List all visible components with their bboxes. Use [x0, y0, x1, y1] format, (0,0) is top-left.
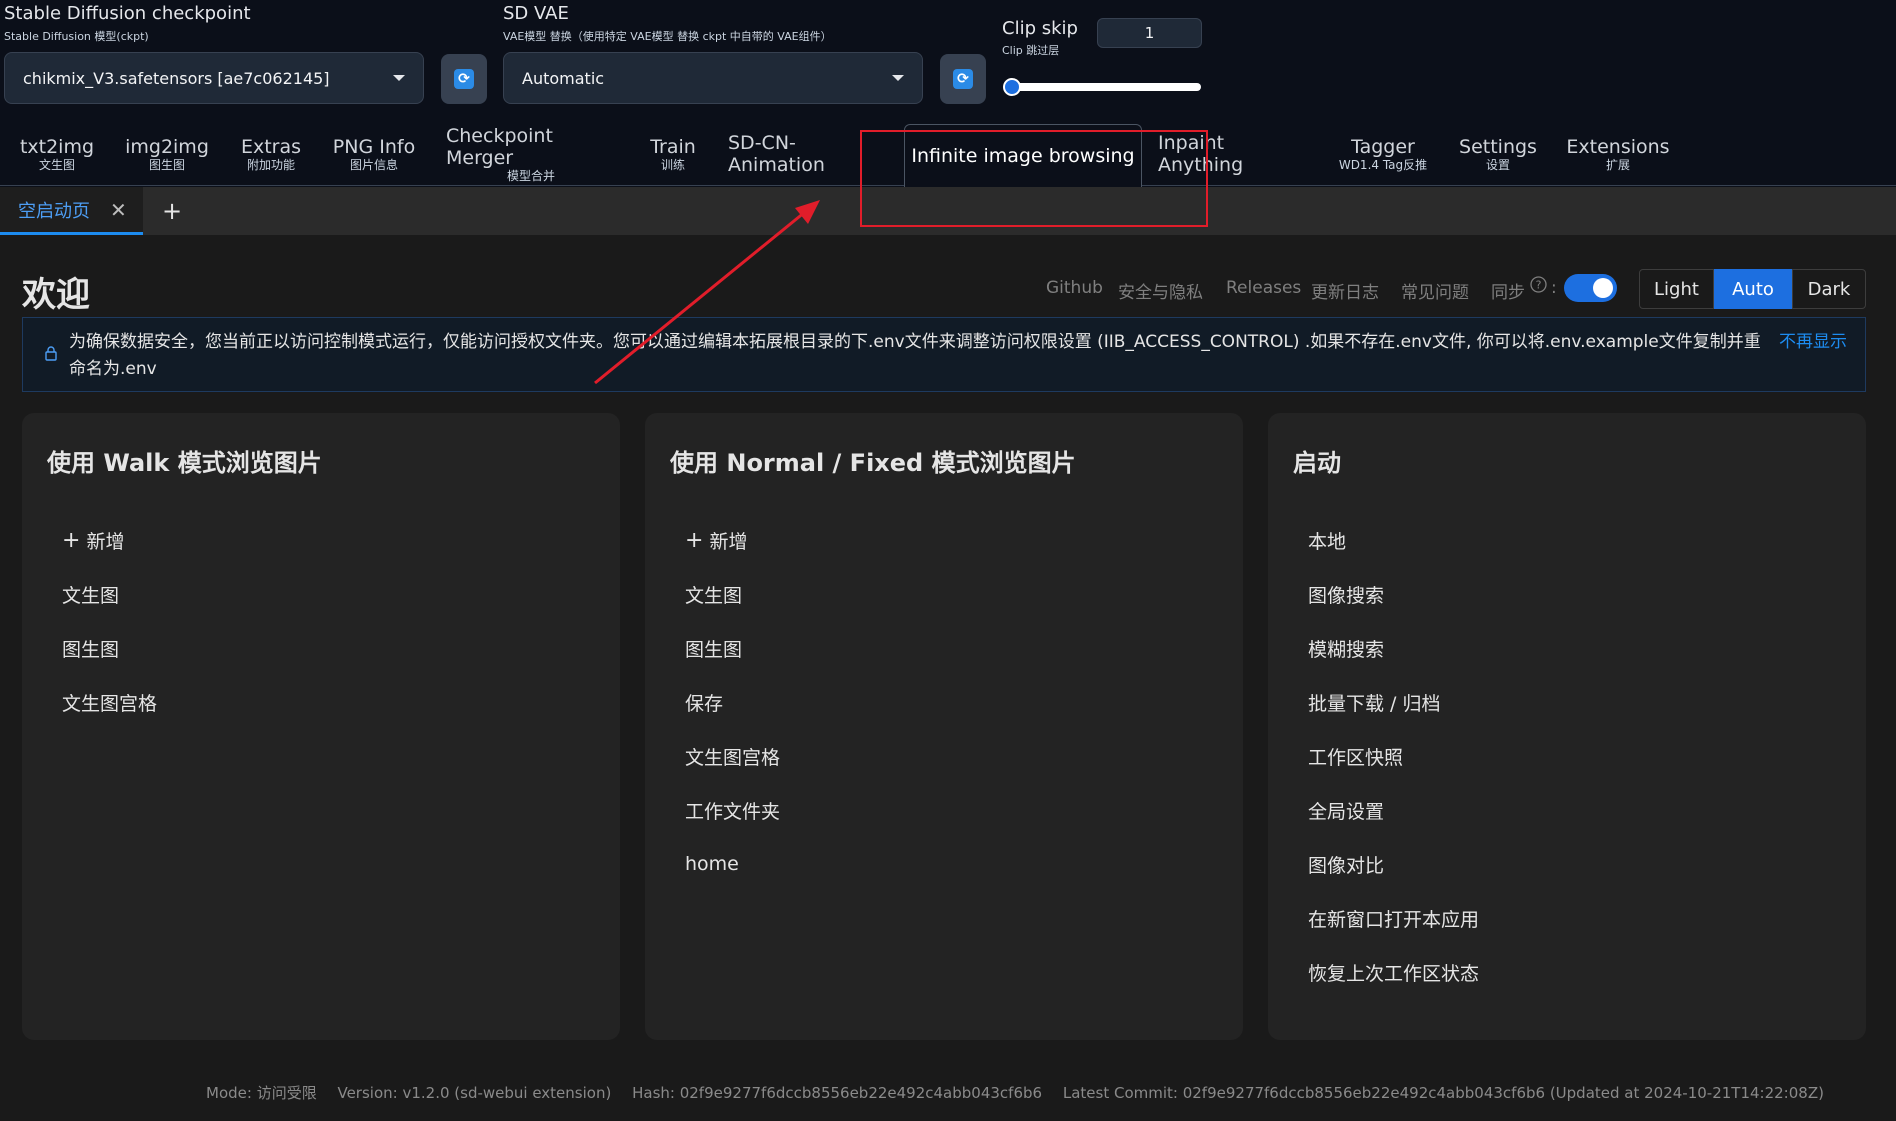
- sync-label: 同步: [1491, 283, 1525, 303]
- clip-skip-title: Clip skip: [1002, 18, 1078, 39]
- launch-fuzzy-search-item[interactable]: 模糊搜索: [1308, 621, 1479, 675]
- walk-txt2img-item[interactable]: 文生图: [62, 567, 157, 621]
- vae-subtitle: VAE模型 替换（使用特定 VAE模型 替换 ckpt 中自带的 VAE组件）: [503, 30, 832, 43]
- close-icon[interactable]: ✕: [110, 198, 127, 222]
- subtab-start-page[interactable]: 空启动页 ✕: [0, 187, 143, 235]
- add-tab-button[interactable]: +: [152, 187, 192, 235]
- checkpoint-value: chikmix_V3.safetensors [ae7c062145]: [23, 68, 330, 88]
- link-faq[interactable]: 常见问题: [1401, 278, 1469, 303]
- tab-img2img[interactable]: img2img 图生图: [124, 122, 210, 186]
- vae-refresh-button[interactable]: ⟳: [940, 54, 986, 104]
- toggle-knob: [1593, 278, 1613, 298]
- access-control-notice: 为确保数据安全，您当前正以访问控制模式运行，仅能访问授权文件夹。您可以通过编辑本…: [22, 317, 1866, 392]
- clip-skip-input[interactable]: 1: [1097, 18, 1202, 48]
- normal-fixed-mode-card: 使用 Normal / Fixed 模式浏览图片 + 新增 文生图 图生图 保存 …: [645, 413, 1243, 1040]
- launch-restore-workspace-item[interactable]: 恢复上次工作区状态: [1308, 945, 1479, 999]
- launch-image-compare-item[interactable]: 图像对比: [1308, 837, 1479, 891]
- refresh-icon: ⟳: [953, 69, 973, 89]
- launch-card: 启动 本地 图像搜索 模糊搜索 批量下载 / 归档 工作区快照 全局设置 图像对…: [1268, 413, 1866, 1040]
- tab-extras[interactable]: Extras 附加功能: [236, 122, 306, 186]
- walk-img2img-item[interactable]: 图生图: [62, 621, 157, 675]
- tab-extensions[interactable]: Extensions 扩展: [1566, 122, 1669, 186]
- launch-local-item[interactable]: 本地: [1308, 513, 1479, 567]
- tab-train[interactable]: Train 训练: [644, 122, 702, 186]
- iib-app-area: 空启动页 ✕ + 欢迎 Github 安全与隐私 Releases 更新日志 常…: [0, 187, 1896, 1121]
- theme-light-button[interactable]: Light: [1639, 269, 1714, 309]
- walk-mode-card: 使用 Walk 模式浏览图片 + 新增 文生图 图生图 文生图宫格: [22, 413, 620, 1040]
- card-title: 启动: [1293, 449, 1341, 477]
- footer-hash: Hash: 02f9e9277f6dccb8556eb22e492c4abb04…: [632, 1084, 1043, 1102]
- notice-dismiss-link[interactable]: 不再显示: [1779, 329, 1851, 356]
- plus-icon: +: [685, 527, 704, 553]
- normal-add-item[interactable]: + 新增: [685, 513, 780, 567]
- launch-global-settings-item[interactable]: 全局设置: [1308, 783, 1479, 837]
- clip-skip-slider[interactable]: [1005, 83, 1201, 91]
- vae-value: Automatic: [522, 68, 605, 88]
- chevron-down-icon: [393, 75, 405, 81]
- tab-checkpoint-merger[interactable]: Checkpoint Merger 模型合并: [446, 122, 616, 186]
- normal-home-item[interactable]: home: [685, 837, 780, 891]
- checkpoint-dropdown[interactable]: chikmix_V3.safetensors [ae7c062145]: [4, 52, 424, 104]
- link-github[interactable]: Github: [1046, 278, 1103, 298]
- footer-info: Mode: 访问受限 Version: v1.2.0 (sd-webui ext…: [206, 1082, 1840, 1103]
- normal-txt2img-item[interactable]: 文生图: [685, 567, 780, 621]
- subtab-label: 空启动页: [18, 200, 90, 222]
- checkpoint-subtitle: Stable Diffusion 模型(ckpt): [4, 30, 149, 43]
- chevron-down-icon: [892, 75, 904, 81]
- checkpoint-title: Stable Diffusion checkpoint: [4, 3, 251, 24]
- launch-image-search-item[interactable]: 图像搜索: [1308, 567, 1479, 621]
- sync-colon: :: [1551, 278, 1557, 298]
- tab-txt2img[interactable]: txt2img 文生图: [15, 122, 99, 186]
- notice-message: 为确保数据安全，您当前正以访问控制模式运行，仅能访问授权文件夹。您可以通过编辑本…: [69, 332, 1761, 379]
- checkpoint-refresh-button[interactable]: ⟳: [441, 54, 487, 104]
- plus-icon: +: [62, 527, 81, 553]
- highlight-box: [860, 130, 1208, 227]
- theme-auto-button[interactable]: Auto: [1714, 269, 1792, 309]
- refresh-icon: ⟳: [454, 69, 474, 89]
- link-releases[interactable]: Releases: [1226, 278, 1301, 298]
- normal-save-item[interactable]: 保存: [685, 675, 780, 729]
- walk-txt2img-grid-item[interactable]: 文生图宫格: [62, 675, 157, 729]
- clip-skip-slider-thumb[interactable]: [1003, 78, 1021, 96]
- card-title: 使用 Normal / Fixed 模式浏览图片: [670, 449, 1076, 477]
- theme-dark-button[interactable]: Dark: [1792, 269, 1866, 309]
- walk-add-item[interactable]: + 新增: [62, 513, 157, 567]
- svg-text:?: ?: [1536, 279, 1542, 292]
- card-title: 使用 Walk 模式浏览图片: [47, 449, 322, 477]
- normal-work-folder-item[interactable]: 工作文件夹: [685, 783, 780, 837]
- vae-title: SD VAE: [503, 3, 569, 24]
- tab-settings[interactable]: Settings 设置: [1458, 122, 1538, 186]
- help-icon[interactable]: ?: [1530, 276, 1547, 298]
- lock-icon: [45, 346, 57, 361]
- clip-skip-subtitle: Clip 跳过层: [1002, 44, 1060, 57]
- sync-toggle[interactable]: [1564, 274, 1617, 302]
- link-privacy[interactable]: 安全与隐私: [1118, 278, 1203, 303]
- normal-img2img-item[interactable]: 图生图: [685, 621, 780, 675]
- launch-batch-download-item[interactable]: 批量下载 / 归档: [1308, 675, 1479, 729]
- footer-commit: Latest Commit: 02f9e9277f6dccb8556eb22e4…: [1062, 1084, 1824, 1102]
- footer-mode: Mode: 访问受限: [206, 1084, 317, 1102]
- tab-png-info[interactable]: PNG Info 图片信息: [330, 122, 418, 186]
- footer-version: Version: v1.2.0 (sd-webui extension): [337, 1084, 612, 1102]
- page-title: 欢迎: [22, 275, 90, 315]
- vae-dropdown[interactable]: Automatic: [503, 52, 923, 104]
- launch-new-window-item[interactable]: 在新窗口打开本应用: [1308, 891, 1479, 945]
- normal-txt2img-grid-item[interactable]: 文生图宫格: [685, 729, 780, 783]
- link-changelog[interactable]: 更新日志: [1311, 278, 1379, 303]
- launch-workspace-snapshot-item[interactable]: 工作区快照: [1308, 729, 1479, 783]
- tab-tagger[interactable]: Tagger WD1.4 Tag反推: [1336, 122, 1430, 186]
